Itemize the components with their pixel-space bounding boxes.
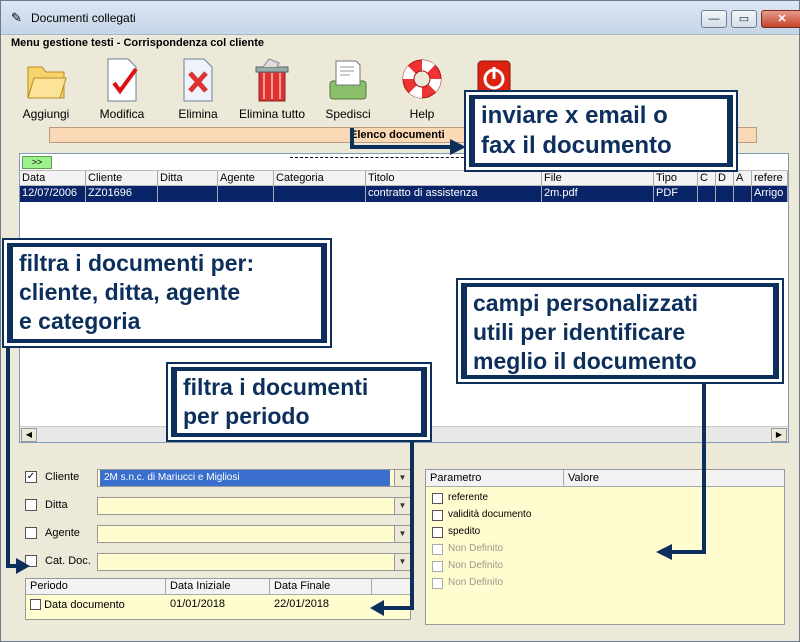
callout-filters-line3: e categoria — [19, 308, 141, 334]
callout-email-line1: inviare x email o — [481, 102, 668, 129]
callout-filters: filtra i documenti per: cliente, ditta, … — [4, 240, 330, 346]
callout-filters-line1: filtra i documenti per: — [19, 250, 255, 276]
callout-period: filtra i documenti per periodo — [168, 364, 430, 440]
callout-custom-fields: campi personalizzati utili per identific… — [458, 280, 782, 382]
callout-custom-line2: utili per identificare — [473, 319, 686, 345]
callout-email-text: inviare x email o fax il documento — [475, 99, 727, 163]
callout-period-line1: filtra i documenti — [183, 374, 369, 400]
callout-period-line2: per periodo — [183, 403, 310, 429]
callout-custom-line3: meglio il documento — [473, 348, 697, 374]
callout-filters-line2: cliente, ditta, agente — [19, 279, 241, 305]
callout-custom-text: campi personalizzati utili per identific… — [467, 287, 773, 375]
callout-period-text: filtra i documenti per periodo — [177, 371, 421, 433]
callout-email-line2: fax il documento — [481, 132, 672, 159]
callout-filters-text: filtra i documenti per: cliente, ditta, … — [13, 247, 321, 339]
callout-custom-line1: campi personalizzati — [473, 290, 698, 316]
callout-email: inviare x email o fax il documento — [466, 92, 736, 170]
